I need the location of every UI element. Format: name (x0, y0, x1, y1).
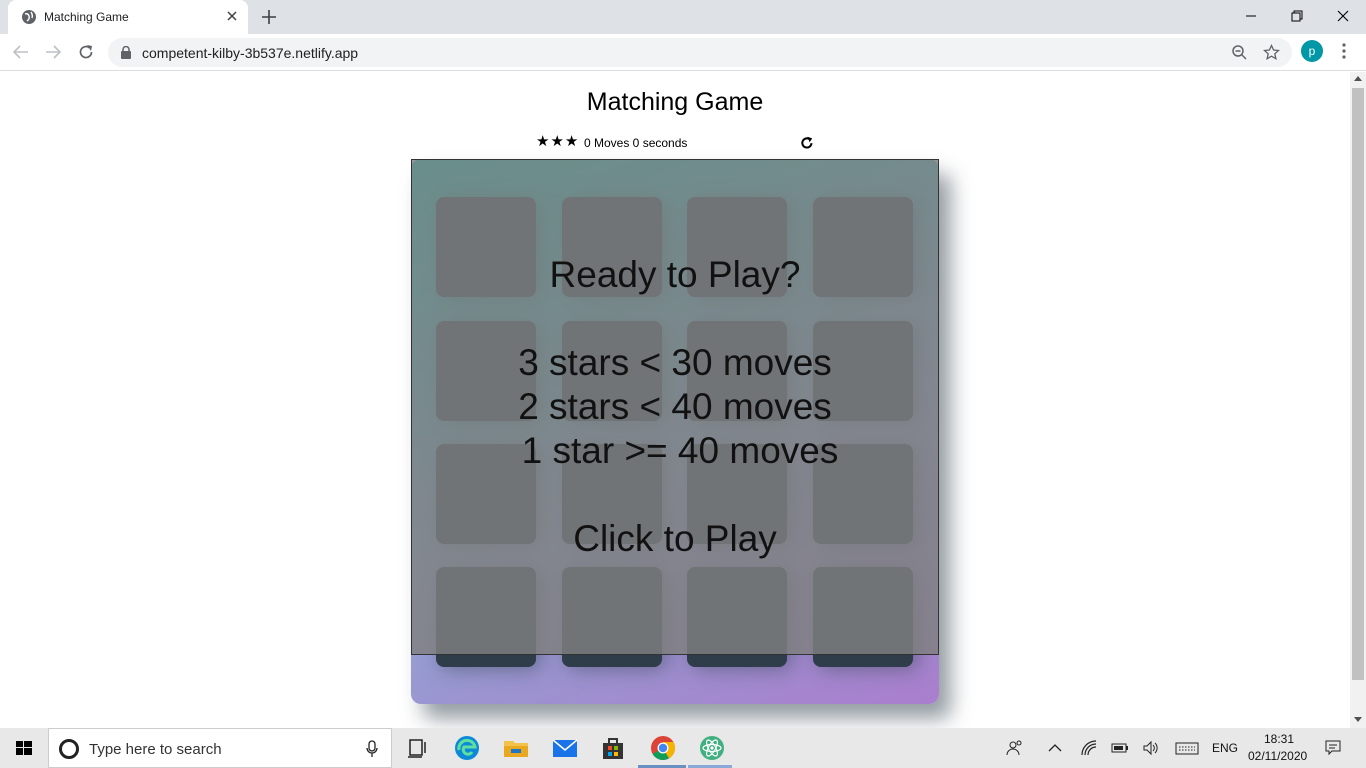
clock-date[interactable]: 02/11/2020 (1248, 749, 1307, 763)
address-bar[interactable]: competent-kilby-3b537e.netlify.app (108, 38, 1292, 67)
taskbar: Type here to search ENG 18:31 02/11/2020 (0, 728, 1366, 768)
bookmark-star-icon[interactable] (1263, 44, 1280, 61)
volume-icon[interactable] (1142, 739, 1160, 757)
tab-title: Matching Game (44, 10, 129, 24)
star-rating: ★★★ (536, 133, 580, 150)
file-explorer-icon[interactable] (502, 734, 530, 762)
close-tab-icon[interactable] (224, 8, 240, 24)
scroll-up-icon[interactable] (1354, 76, 1362, 81)
edge-browser-icon[interactable] (453, 734, 481, 762)
microphone-icon[interactable] (365, 740, 379, 758)
restart-icon[interactable] (800, 136, 814, 150)
people-icon[interactable] (1006, 739, 1024, 757)
start-overlay[interactable]: Ready to Play? 3 stars < 30 moves 2 star… (411, 159, 939, 655)
overlay-heading: Ready to Play? (549, 254, 801, 295)
lock-icon[interactable] (120, 46, 132, 59)
profile-avatar[interactable]: p (1301, 40, 1323, 62)
chevron-up-icon[interactable] (1046, 739, 1064, 757)
forward-icon[interactable] (44, 43, 62, 61)
language-indicator[interactable]: ENG (1212, 741, 1238, 755)
notifications-icon[interactable] (1324, 739, 1342, 757)
page-title: Matching Game (586, 88, 764, 116)
keyboard-icon[interactable] (1175, 739, 1199, 757)
reload-icon[interactable] (77, 43, 95, 61)
vertical-scrollbar[interactable] (1350, 72, 1366, 728)
windows-start-icon[interactable] (0, 728, 48, 768)
atom-editor-icon[interactable] (698, 734, 726, 762)
clock-time[interactable]: 18:31 (1264, 732, 1294, 746)
overlay-rule-3-stars: 3 stars < 30 moves (518, 342, 832, 383)
back-icon[interactable] (12, 43, 30, 61)
scrollbar-thumb[interactable] (1352, 88, 1364, 680)
browser-tab[interactable]: Matching Game (8, 0, 248, 34)
overlay-rule-2-stars: 2 stars < 40 moves (518, 386, 832, 427)
overlay-rule-1-star: 1 star >= 40 moves (521, 430, 839, 471)
more-options-icon[interactable] (1336, 42, 1352, 60)
click-to-play-text[interactable]: Click to Play (412, 518, 938, 560)
mail-icon[interactable] (551, 734, 579, 762)
task-view-icon[interactable] (403, 734, 431, 762)
restore-icon[interactable] (1285, 5, 1309, 27)
zoom-out-icon[interactable] (1231, 44, 1248, 61)
search-placeholder: Type here to search (89, 741, 222, 758)
moves-timer-text: 0 Moves 0 seconds (584, 136, 688, 150)
battery-icon[interactable] (1111, 739, 1129, 757)
url-text[interactable]: competent-kilby-3b537e.netlify.app (142, 45, 358, 61)
close-window-icon[interactable] (1331, 5, 1355, 27)
tab-strip: Matching Game (0, 0, 1366, 34)
taskbar-search[interactable]: Type here to search (48, 728, 392, 768)
network-icon[interactable] (1080, 739, 1098, 757)
minimize-icon[interactable] (1239, 5, 1263, 27)
page-content: Matching Game ★★★ 0 Moves 0 seconds Read… (0, 72, 1350, 728)
cortana-icon (59, 739, 79, 759)
store-icon[interactable] (599, 734, 627, 762)
score-panel: ★★★ 0 Moves 0 seconds (536, 133, 816, 151)
globe-icon (22, 10, 36, 24)
chrome-icon[interactable] (649, 734, 677, 762)
scroll-down-icon[interactable] (1354, 717, 1362, 722)
new-tab-icon[interactable] (260, 8, 278, 26)
browser-toolbar: competent-kilby-3b537e.netlify.app p (0, 34, 1366, 71)
